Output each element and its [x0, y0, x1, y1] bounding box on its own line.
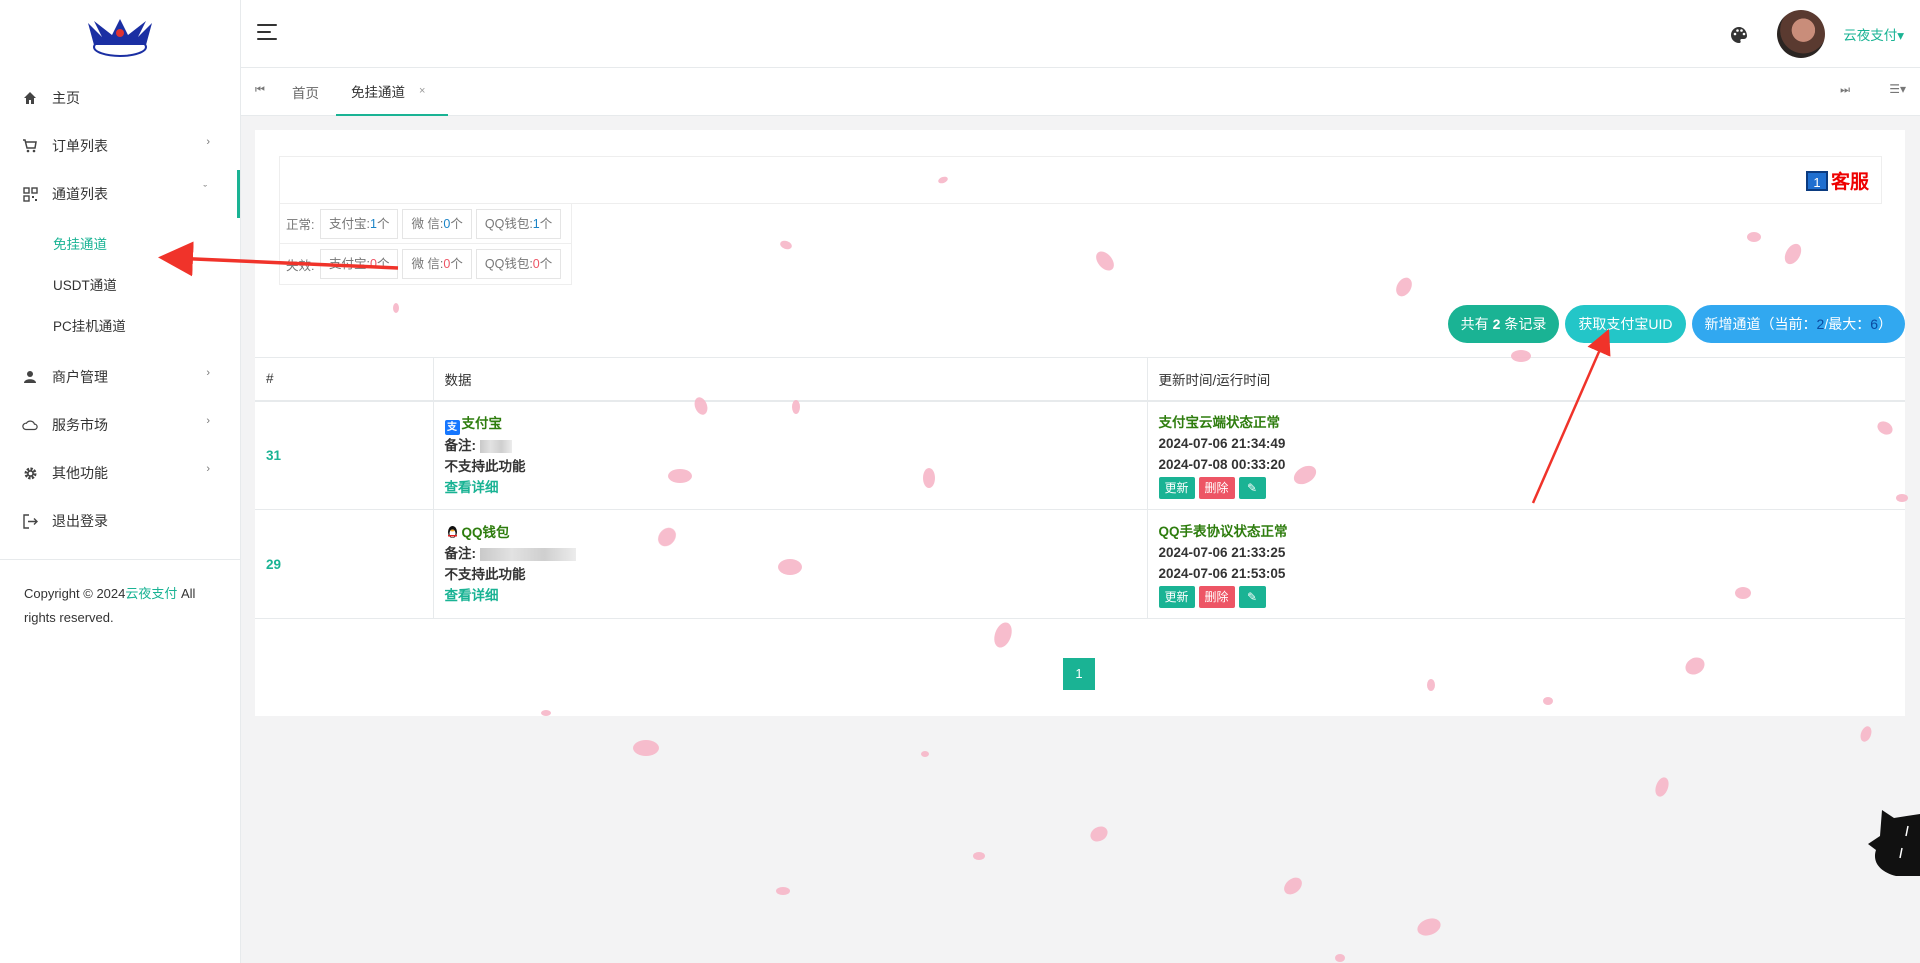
cat-mascot-icon [1868, 810, 1920, 876]
sidebar-item-label: 主页 [52, 90, 80, 106]
stat-qqwallet: QQ钱包:1个 [475, 208, 562, 239]
table-row: 29 QQ钱包 备注: 不支持此功能 查看详细 QQ手表协议状态正常 2024-… [255, 509, 1905, 619]
sidebar-item-logout[interactable]: 退出登录 [0, 497, 240, 545]
notice-box: 1 客服 [279, 156, 1882, 204]
qq-penguin-icon [447, 526, 457, 538]
row-id-link[interactable]: 29 [266, 557, 281, 572]
table-row: 31 支支付宝 备注: 不支持此功能 查看详细 支付宝云端状态正常 2024-0… [255, 400, 1905, 510]
delete-button[interactable]: 删除 [1198, 476, 1235, 499]
stat-wechat: 微 信:0个 [402, 249, 472, 279]
action-buttons: 共有 2 条记录 获取支付宝UID 新增通道（当前： 2/最大： 6） [1447, 305, 1905, 343]
chevron-right-icon: › [206, 463, 210, 475]
chevron-right-icon: › [206, 136, 210, 148]
tab-free-channel[interactable]: 免挂通道 × [336, 68, 448, 116]
logo[interactable] [0, 0, 240, 74]
column-header: # [255, 357, 434, 402]
channel-table: # 数据 更新时间/运行时间 31 支支付宝 备注: 不支持此功能 查看详细 支… [255, 357, 1905, 619]
home-icon [22, 90, 38, 106]
tab-menu-icon[interactable]: ☰▾ [1889, 82, 1906, 96]
cart-icon [22, 138, 38, 154]
sidebar-item-label: 其他功能 [52, 465, 108, 481]
channel-type: QQ钱包 [461, 525, 510, 540]
record-count-button[interactable]: 共有 2 条记录 [1447, 305, 1560, 343]
channel-stats: 正常: 支付宝:1个 微 信:0个 QQ钱包:1个 失效: 支付宝:0个 微 信… [279, 203, 573, 285]
sidebar-subitem-usdt[interactable]: USDT通道 [0, 263, 240, 304]
pagination-page[interactable]: 1 [1063, 658, 1095, 690]
alipay-icon: 支 [444, 419, 460, 435]
run-time: 2024-07-08 00:33:20 [1158, 456, 1286, 472]
status-text: QQ手表协议状态正常 [1158, 523, 1288, 539]
redacted-note [480, 547, 576, 561]
view-detail-link[interactable]: 查看详细 [445, 588, 499, 603]
redacted-note [480, 439, 512, 453]
chevron-right-icon: › [206, 367, 210, 379]
palette-icon[interactable] [1730, 26, 1748, 44]
content-card: 1 客服 正常: 支付宝:1个 微 信:0个 QQ钱包:1个 失效: 支付宝:0… [255, 130, 1905, 716]
column-header: 数据 [433, 357, 1148, 402]
update-button[interactable]: 更新 [1158, 476, 1195, 499]
sidebar: 主页 订单列表 › 通道列表 ˇ 免挂通道 USDT通道 PC挂机通道 商户管理… [0, 0, 241, 963]
updated-time: 2024-07-06 21:34:49 [1158, 435, 1286, 451]
sidebar-item-channels[interactable]: 通道列表 ˇ [0, 170, 240, 218]
sidebar-subitem-free[interactable]: 免挂通道 [0, 222, 240, 263]
run-time: 2024-07-06 21:53:05 [1158, 565, 1286, 581]
edit-icon[interactable]: ✎ [1238, 476, 1266, 499]
sidebar-item-label: 订单列表 [52, 138, 108, 154]
avatar[interactable] [1777, 10, 1825, 58]
logout-icon [22, 513, 38, 529]
sidebar-item-market[interactable]: 服务市场 › [0, 401, 240, 449]
stat-wechat: 微 信:0个 [402, 208, 472, 239]
get-alipay-uid-button[interactable]: 获取支付宝UID [1565, 305, 1686, 343]
chevron-right-icon: › [206, 415, 210, 427]
sidebar-subitem-pc[interactable]: PC挂机通道 [0, 304, 240, 345]
channel-type: 支付宝 [461, 415, 503, 431]
qrcode-icon [22, 186, 38, 202]
delete-button[interactable]: 删除 [1198, 585, 1235, 608]
sidebar-item-label: 服务市场 [52, 417, 108, 433]
stat-alipay: 支付宝:0个 [320, 249, 399, 279]
customer-service-link[interactable]: 1 客服 [1805, 167, 1869, 194]
status-text: 支付宝云端状态正常 [1158, 414, 1281, 430]
logo-icon [88, 19, 152, 57]
row-id-link[interactable]: 31 [266, 448, 281, 463]
view-detail-link[interactable]: 查看详细 [445, 480, 499, 495]
sidebar-item-label: 退出登录 [52, 513, 108, 529]
tab-prev-icon[interactable]: ⏮ [255, 84, 265, 97]
update-button[interactable]: 更新 [1158, 585, 1195, 608]
user-menu[interactable]: 云夜支付▾ [1843, 24, 1904, 44]
stats-normal-row: 正常: 支付宝:1个 微 信:0个 QQ钱包:1个 [280, 204, 572, 244]
brand-link[interactable]: 云夜支付 [125, 586, 177, 601]
close-icon[interactable]: × [419, 85, 425, 97]
copyright: Copyright © 2024云夜支付 All rights reserved… [24, 586, 196, 625]
cloud-icon [22, 417, 38, 433]
sidebar-item-merchants[interactable]: 商户管理 › [0, 353, 240, 401]
stat-alipay: 支付宝:1个 [320, 208, 399, 239]
user-icon [22, 369, 38, 385]
sidebar-item-home[interactable]: 主页 [0, 74, 240, 122]
add-channel-button[interactable]: 新增通道（当前： 2/最大： 6） [1691, 305, 1905, 343]
sidebar-item-label: 通道列表 [52, 186, 108, 202]
edit-icon[interactable]: ✎ [1238, 585, 1266, 608]
stats-invalid-row: 失效: 支付宝:0个 微 信:0个 QQ钱包:0个 [280, 244, 571, 284]
sidebar-item-label: 商户管理 [52, 369, 108, 385]
chevron-down-icon: ˇ [203, 184, 207, 196]
tabs-bar: ⏮ 首页 免挂通道 × ⏭ ☰▾ [241, 68, 1920, 116]
stat-qqwallet: QQ钱包:0个 [475, 249, 562, 279]
sidebar-item-other[interactable]: 其他功能 › [0, 449, 240, 497]
channel-submenu: 免挂通道 USDT通道 PC挂机通道 [0, 218, 240, 353]
gear-icon [22, 465, 38, 481]
menu-toggle-icon[interactable] [257, 24, 277, 40]
tab-next-icon[interactable]: ⏭ [1840, 84, 1850, 97]
updated-time: 2024-07-06 21:33:25 [1158, 544, 1286, 560]
column-header: 更新时间/运行时间 [1147, 357, 1905, 402]
sidebar-item-orders[interactable]: 订单列表 › [0, 122, 240, 170]
tab-home[interactable]: 首页 [277, 68, 334, 116]
top-header: 云夜支付▾ [241, 0, 1920, 68]
